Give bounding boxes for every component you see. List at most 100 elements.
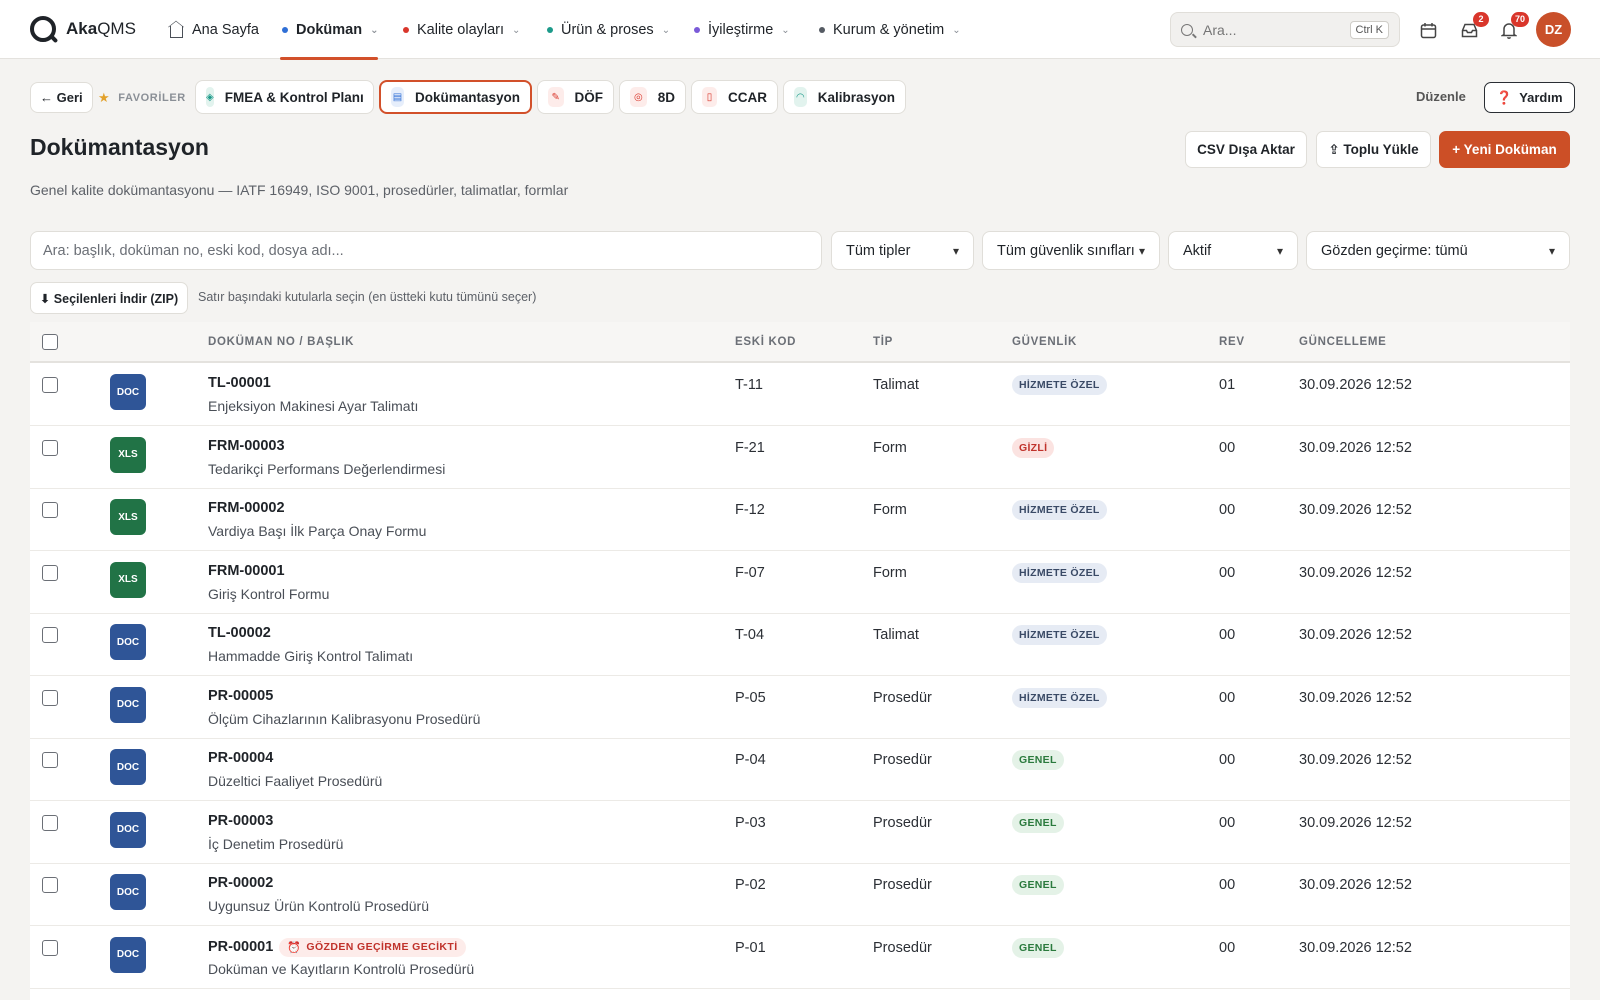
table-row[interactable]: DOC PR-00004 Düzeltici Faaliyet Prosedürü P… (30, 739, 1570, 801)
document-number-link[interactable]: TL-00001 (208, 375, 271, 391)
row-select-checkbox[interactable] (42, 627, 58, 643)
download-zip-button[interactable]: ⬇ Seçilenleri İndir (ZIP) (30, 282, 188, 314)
column-header-old-code[interactable]: ESKİ KOD (735, 336, 796, 348)
document-number-link[interactable]: PR-00003 (208, 813, 273, 829)
table-row[interactable]: DOC PR-00003 İç Denetim Prosedürü P-03 Prose… (30, 802, 1570, 864)
row-select-checkbox[interactable] (42, 752, 58, 768)
new-document-button[interactable]: + Yeni Doküman (1439, 131, 1570, 168)
favorite-kalibrasyon[interactable]: ◠ Kalibrasyon (783, 80, 906, 114)
back-button[interactable]: ← Geri (30, 82, 93, 113)
document-number: PR-00005 (208, 687, 274, 704)
document-number-link[interactable]: PR-00001 ⏰ GÖZDEN GEÇİRME GECİKTİ (208, 937, 466, 957)
updated-date: 30.09.2026 12:52 (1299, 814, 1412, 831)
brand-name: AkaQMS (66, 19, 136, 38)
overdue-review-badge: ⏰ GÖZDEN GEÇİRME GECİKTİ (279, 937, 466, 957)
nav-home[interactable]: Ana Sayfa (170, 20, 259, 40)
document-title[interactable]: Ölçüm Cihazlarının Kalibrasyonu Prosedür… (208, 711, 480, 727)
table-row[interactable]: DOC TL-00002 Hammadde Giriş Kontrol Talima… (30, 614, 1570, 676)
document-title[interactable]: Vardiya Başı İlk Parça Onay Formu (208, 523, 426, 539)
document-title[interactable]: İç Denetim Prosedürü (208, 836, 343, 852)
document-number-link[interactable]: PR-00005 (208, 688, 273, 704)
updated-date: 30.09.2026 12:52 (1299, 752, 1412, 768)
document-number-link[interactable]: PR-00002 (208, 875, 273, 891)
row-select-checkbox[interactable] (42, 564, 58, 581)
document-title[interactable]: Hammadde Giriş Kontrol Talimatı (208, 648, 413, 664)
document-title[interactable]: Doküman ve Kayıtların Kontrolü Prosedürü (208, 961, 474, 977)
csv-export-button[interactable]: CSV Dışa Aktar (1185, 131, 1307, 168)
clipboard-icon: ▯ (702, 87, 717, 107)
document-number: FRM-00002 (208, 500, 285, 516)
document-type: Form (873, 439, 907, 456)
global-search[interactable]: Ctrl K (1170, 12, 1400, 47)
nav-dokuman[interactable]: Doküman ⌄ (282, 20, 378, 40)
favorite-dokumantasyon-label: Dokümantasyon (414, 89, 520, 105)
document-search-input[interactable] (30, 231, 822, 270)
inbox-button[interactable]: 2 (1458, 12, 1489, 41)
document-number-link[interactable]: FRM-00002 (208, 500, 285, 516)
chevron-down-icon: ⌄ (370, 24, 379, 36)
nav-iyilestirme[interactable]: İyileştirme ⌄ (694, 20, 790, 40)
row-select-checkbox[interactable] (42, 502, 58, 518)
document-title[interactable]: Giriş Kontrol Formu (208, 586, 329, 602)
favorite-8d[interactable]: ◎ 8D (619, 80, 686, 114)
updated-date: 30.09.2026 12:52 (1299, 877, 1412, 893)
document-number-link[interactable]: TL-00002 (208, 625, 271, 641)
status-filter-select[interactable]: Aktif ▾ (1168, 231, 1298, 270)
table-row[interactable]: XLS FRM-00003 Tedarikçi Performans Değerle… (30, 427, 1570, 489)
global-search-input[interactable] (1203, 21, 1350, 38)
document-title[interactable]: Düzeltici Faaliyet Prosedürü (208, 773, 382, 789)
table-row[interactable]: XLS FRM-00001 Giriş Kontrol Formu F-07 Form H… (30, 552, 1570, 614)
notification-count-badge: 70 (1510, 12, 1529, 27)
column-header-rev[interactable]: REV (1219, 336, 1245, 348)
document-icon: ▤ (391, 87, 404, 107)
table-row[interactable]: XLS FRM-00002 Vardiya Başı İlk Parça Onay … (30, 489, 1570, 551)
calendar-button[interactable] (1417, 19, 1439, 41)
nav-kalite-olaylari[interactable]: Kalite olayları ⌄ (403, 20, 520, 40)
document-type: Talimat (873, 377, 919, 393)
nav-home-label: Ana Sayfa (192, 22, 259, 38)
security-badge: HİZMETE ÖZEL (1012, 625, 1107, 645)
row-select-checkbox[interactable] (42, 689, 58, 706)
select-all-checkbox[interactable] (42, 334, 58, 350)
notifications-button[interactable]: 70 (1498, 12, 1529, 41)
document-type: Prosedür (873, 877, 932, 893)
edit-favorites-link[interactable]: Düzenle (1416, 89, 1466, 104)
app-logo[interactable]: AkaQMS (30, 16, 136, 42)
row-select-checkbox[interactable] (42, 877, 58, 893)
column-header-security[interactable]: GÜVENLİK (1012, 336, 1077, 348)
favorite-ccar[interactable]: ▯ CCAR (691, 80, 778, 114)
column-header-doc[interactable]: DOKÜMAN NO / BAŞLIK (208, 336, 354, 348)
old-code: T-04 (735, 627, 765, 643)
table-row[interactable]: DOC PR-00001 ⏰ GÖZDEN GEÇİRME GECİKTİ Doküma… (30, 927, 1570, 989)
favorite-fmea[interactable]: ◈ FMEA & Kontrol Planı (195, 80, 374, 114)
review-filter-select[interactable]: Gözden geçirme: tümü ▾ (1306, 231, 1570, 270)
security-filter-select[interactable]: Tüm güvenlik sınıfları ▾ (982, 231, 1160, 270)
help-button[interactable]: ❓ Yardım (1484, 82, 1575, 113)
type-filter-select[interactable]: Tüm tipler ▾ (831, 231, 974, 270)
nav-urun-proses[interactable]: Ürün & proses ⌄ (547, 20, 670, 40)
favorite-fmea-label: FMEA & Kontrol Planı (224, 89, 364, 105)
document-title[interactable]: Tedarikçi Performans Değerlendirmesi (208, 461, 445, 477)
favorite-dokumantasyon[interactable]: ▤ Dokümantasyon (379, 80, 532, 114)
row-select-checkbox[interactable] (42, 939, 58, 956)
nav-kurum-yonetim[interactable]: Kurum & yönetim ⌄ (819, 20, 961, 40)
nav-kalite-label: Kalite olayları (417, 22, 505, 38)
table-row[interactable]: DOC PR-00005 Ölçüm Cihazlarının Kalibrasyo… (30, 677, 1570, 739)
page-title: Dokümantasyon (30, 134, 209, 160)
bulk-upload-button[interactable]: ⇪ Toplu Yükle (1316, 131, 1431, 168)
table-row[interactable]: DOC TL-00001 Enjeksiyon Makinesi Ayar Tali… (30, 364, 1570, 426)
column-header-updated[interactable]: GÜNCELLEME (1299, 336, 1387, 348)
favorite-dof[interactable]: ✎ DÖF (537, 80, 614, 114)
document-number-link[interactable]: FRM-00003 (208, 438, 285, 454)
row-select-checkbox[interactable] (42, 377, 58, 393)
row-select-checkbox[interactable] (42, 814, 58, 831)
document-number-link[interactable]: PR-00004 (208, 750, 273, 766)
row-select-checkbox[interactable] (42, 439, 58, 456)
column-header-type[interactable]: TİP (873, 336, 893, 348)
security-badge: HİZMETE ÖZEL (1012, 500, 1107, 520)
document-number-link[interactable]: FRM-00001 (208, 563, 285, 579)
document-title[interactable]: Uygunsuz Ürün Kontrolü Prosedürü (208, 898, 429, 914)
table-row[interactable]: DOC PR-00002 Uygunsuz Ürün Kontrolü Prosed… (30, 864, 1570, 926)
document-title[interactable]: Enjeksiyon Makinesi Ayar Talimatı (208, 398, 418, 414)
user-avatar[interactable]: DZ (1536, 12, 1571, 47)
